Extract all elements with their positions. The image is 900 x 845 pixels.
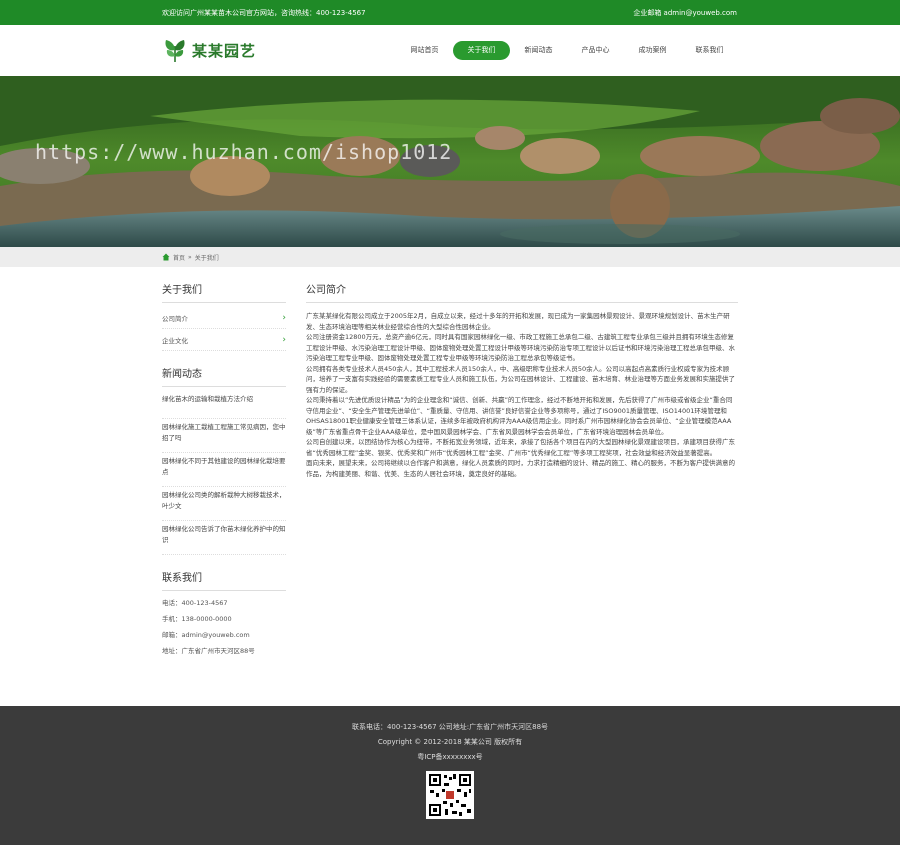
nav-contact[interactable]: 联系我们: [681, 41, 738, 60]
content-paragraph: 公司秉持着以“先进优质设计精品”为的企业理念和“诚信、创新、共赢”的工作理念，经…: [306, 396, 733, 436]
contact-phone: 电话：400-123-4567: [162, 599, 228, 607]
home-icon: [162, 253, 170, 261]
news-list-item[interactable]: 绿化苗木的运输和栽植方法介绍: [162, 391, 286, 419]
news-list-item[interactable]: 园林绿化施工栽植工程施工常见病因，您中招了吗: [162, 419, 286, 453]
content-paragraph: 面向未来，展望未来，公司将继续以合作客户和满意，绿化人员素质的同时，力求打造精细…: [306, 459, 735, 478]
nav-products[interactable]: 产品中心: [567, 41, 624, 60]
content-paragraph: 公司自创建以来，以团结协作为核心为纽带，不断拓宽业务领域，近年来，承接了包括各个…: [306, 438, 735, 457]
logo[interactable]: 某某园艺: [162, 38, 256, 64]
sidebar-contact-title: 联系我们: [162, 555, 286, 591]
top-bar: 欢迎访问广州某某苗木公司官方网站，咨询热线：400-123-4567 企业邮箱 …: [0, 0, 900, 25]
news-list-item[interactable]: 园林绿化不同于其他建设的园林绿化栽培要点: [162, 453, 286, 487]
news-list-item[interactable]: 园林绿化公司告诉了你苗木绿化养护中的知识: [162, 521, 286, 555]
leaf-logo-icon: [165, 39, 185, 62]
watermark-text: https://www.huzhan.com/ishop1012: [35, 140, 453, 164]
content-paragraph: 公司拥有各类专业技术人员450余人，其中工程技术人员150余人，中、高级职称专业…: [306, 364, 735, 394]
breadcrumb-current: 关于我们: [194, 254, 219, 262]
breadcrumb: 首页 » 关于我们: [0, 247, 900, 267]
contact-mobile: 手机：138-0000-0000: [162, 615, 232, 623]
logo-text: 某某园艺: [192, 42, 257, 60]
welcome-text: 欢迎访问广州某某苗木公司官方网站，咨询热线：400-123-4567: [162, 8, 366, 17]
nav-home[interactable]: 网站首页: [396, 41, 453, 60]
content-title: 公司简介: [306, 267, 738, 303]
breadcrumb-separator: »: [188, 253, 192, 261]
contact-address: 地址：广东省广州市天河区88号: [162, 647, 255, 655]
content-paragraph: 公司注册资金12800万元，总资产逾6亿元，同时具有国家园林绿化一级、市政工程施…: [306, 333, 735, 362]
footer-icp[interactable]: 粤ICP备xxxxxxxx号: [0, 752, 900, 763]
sidebar-item-label: 企业文化: [162, 336, 188, 345]
sidebar-item-culture[interactable]: 企业文化 ›: [162, 329, 286, 351]
content-area: 公司简介 广东某某绿化有限公司成立于2005年2月，自成立以来，经过十多年的开拓…: [286, 267, 738, 705]
email-text: 企业邮箱 admin@youweb.com: [633, 8, 737, 17]
contact-email: 邮箱：admin@youweb.com: [162, 631, 250, 639]
sidebar-about-title: 关于我们: [162, 267, 286, 303]
footer-contact: 联系电话：400-123-4567 公司地址:广东省广州市天河区88号: [351, 723, 549, 731]
footer-copyright: Copyright © 2012-2018 某某公司 版权所有: [377, 738, 523, 746]
main-nav: 网站首页 关于我们 新闻动态 产品中心 成功案例 联系我们: [396, 41, 738, 60]
header: 某某园艺 网站首页 关于我们 新闻动态 产品中心 成功案例 联系我们: [0, 25, 900, 76]
sidebar-item-company-profile[interactable]: 公司简介 ›: [162, 307, 286, 329]
footer: 联系电话：400-123-4567 公司地址:广东省广州市天河区88号 Copy…: [0, 706, 900, 845]
nav-news[interactable]: 新闻动态: [510, 41, 567, 60]
content-paragraph: 广东某某绿化有限公司成立于2005年2月，自成立以来，经过十多年的开拓和发展，现…: [306, 312, 730, 331]
breadcrumb-home[interactable]: 首页: [173, 253, 185, 262]
news-list-item[interactable]: 园林绿化公司类的解析栽种大树移栽技术，叶少文: [162, 487, 286, 521]
nav-cases[interactable]: 成功案例: [624, 41, 681, 60]
sidebar: 关于我们 公司简介 › 企业文化 › 新闻动态 绿化苗木的运输和栽植方法介绍 园…: [162, 267, 286, 705]
main-area: 关于我们 公司简介 › 企业文化 › 新闻动态 绿化苗木的运输和栽植方法介绍 园…: [0, 267, 900, 705]
qr-code-icon: [426, 771, 474, 819]
nav-about[interactable]: 关于我们: [453, 41, 510, 60]
banner-image: https://www.huzhan.com/ishop1012: [0, 76, 900, 247]
sidebar-news-title: 新闻动态: [162, 351, 286, 387]
sidebar-item-label: 公司简介: [162, 314, 188, 323]
